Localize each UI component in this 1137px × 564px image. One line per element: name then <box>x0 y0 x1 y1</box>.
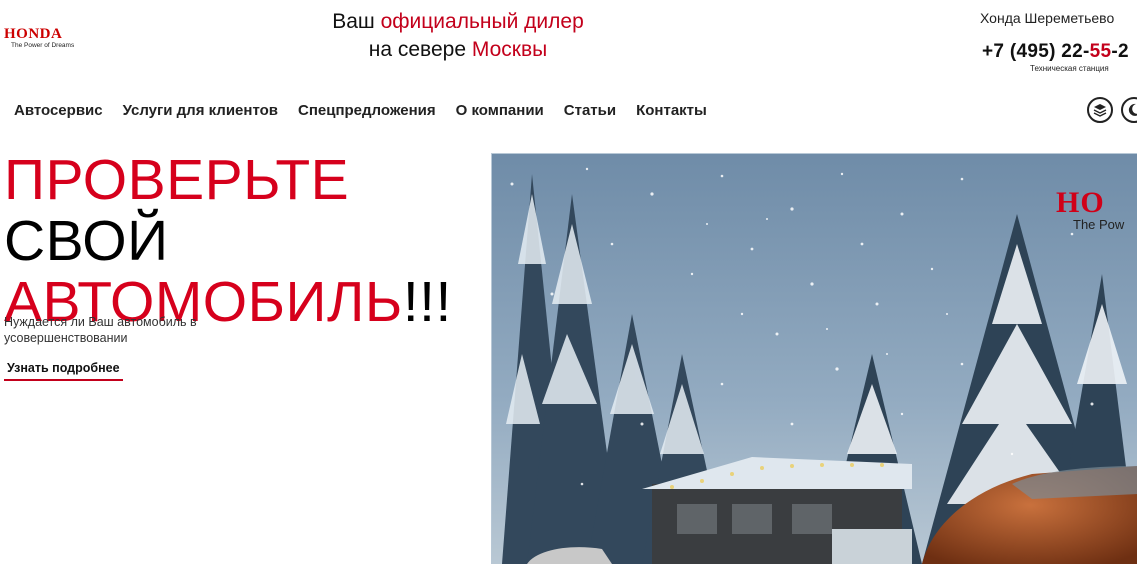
nav-item-contacts[interactable]: Контакты <box>636 102 707 119</box>
phone-caption: Техническая станция <box>1030 64 1109 73</box>
hero-honda-logo: HO The Pow <box>1056 188 1137 232</box>
hero-headline: ПРОВЕРЬТЕ СВОЙ АВТОМОБИЛЬ!!! <box>4 150 494 333</box>
hero-logo-wordmark: HO <box>1056 186 1105 219</box>
phone-part: -2 <box>1111 41 1129 62</box>
hero-logo-tagline: The Pow <box>1073 217 1125 232</box>
learn-more-link[interactable]: Узнать подробнее <box>4 361 123 381</box>
dealer-name[interactable]: Хонда Шереметьево <box>980 10 1137 26</box>
layers-button[interactable] <box>1087 97 1113 123</box>
phone-part: +7 (495) 22- <box>982 41 1090 62</box>
honda-logo[interactable]: HONDA The Power of Dreams <box>4 27 104 51</box>
main-nav: Автосервис Услуги для клиентов Спецпредл… <box>14 102 707 119</box>
phone-part-accent: 55 <box>1089 41 1112 62</box>
nav-item-about[interactable]: О компании <box>456 102 544 119</box>
layers-icon <box>1093 104 1107 117</box>
tagline-text: на севере <box>368 38 472 61</box>
winter-scene-illustration <box>492 154 1137 564</box>
hero-description: Нуждается ли Ваш автомобиль в усовершенс… <box>4 315 197 345</box>
headline-accent: ПРОВЕРЬТЕ <box>4 148 350 212</box>
tagline-accent: официальный дилер <box>380 10 584 33</box>
logo-wordmark: HONDA <box>4 26 63 42</box>
nav-item-special-offers[interactable]: Спецпредложения <box>298 102 436 119</box>
moon-icon <box>1128 103 1137 116</box>
headline-text: СВОЙ <box>4 209 169 273</box>
hero-banner-image[interactable]: HO The Pow <box>491 153 1137 564</box>
dealer-tagline: Ваш официальный дилер на севере Москвы <box>300 8 616 64</box>
nav-item-client-services[interactable]: Услуги для клиентов <box>123 102 278 119</box>
phone-number[interactable]: +7 (495) 22-55-2 <box>982 41 1137 63</box>
logo-tagline: The Power of Dreams <box>11 42 75 49</box>
tagline-accent: Москвы <box>471 38 548 61</box>
headline-text: !!! <box>402 270 452 334</box>
tagline-text: Ваш <box>332 10 381 33</box>
nav-item-articles[interactable]: Статьи <box>564 102 616 119</box>
nav-item-service[interactable]: Автосервис <box>14 102 103 119</box>
moon-button[interactable] <box>1121 97 1137 123</box>
